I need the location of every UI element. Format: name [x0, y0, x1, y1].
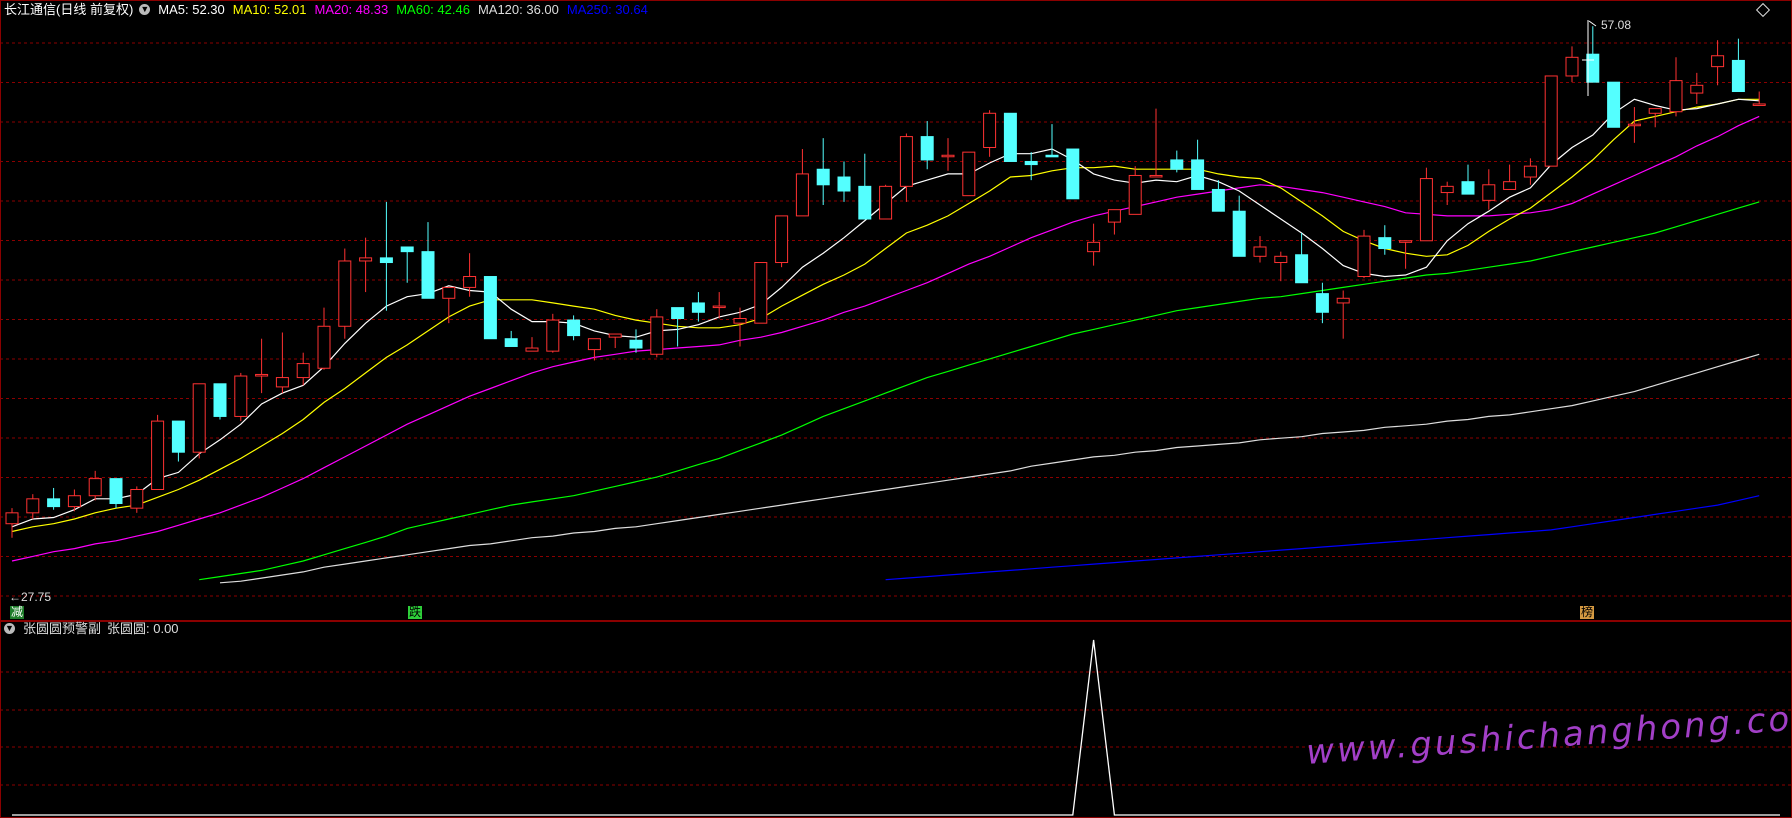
candle[interactable]: [234, 372, 248, 422]
ma-legend-item: MA250: 30.64: [566, 2, 648, 17]
price-low-label: ←27.75: [9, 590, 52, 604]
candle[interactable]: [754, 262, 768, 324]
ma-legend-item: MA60: 42.46: [396, 2, 470, 17]
sub-dropdown-chevron-icon[interactable]: ▼: [4, 623, 15, 635]
candle[interactable]: [962, 151, 976, 197]
main-panel-title[interactable]: 长江通信(日线 前复权): [4, 2, 133, 17]
ma-legend-item: MA10: 52.01: [232, 2, 307, 17]
ma-legend-item: MA120: 36.00: [477, 2, 559, 17]
candle[interactable]: [192, 383, 206, 459]
candle[interactable]: [483, 276, 497, 340]
sub-indicator-value: 张圆圆: 0.00: [107, 621, 179, 636]
candle[interactable]: [213, 383, 227, 420]
candle[interactable]: [879, 184, 893, 220]
candle[interactable]: [546, 313, 560, 353]
sub-panel-title[interactable]: 张圆圆预警副: [23, 621, 101, 636]
signal-tag-fall[interactable]: 跌: [408, 606, 423, 619]
ma-legend: MA5: 52.30 MA10: 52.01 MA20: 48.33 MA60: 42…: [158, 2, 656, 17]
candle[interactable]: [1419, 167, 1433, 242]
candle[interactable]: [109, 478, 123, 509]
signal-tag-reduce[interactable]: 减: [10, 606, 25, 619]
price-high-label: 57.08: [1601, 18, 1632, 32]
candle[interactable]: [338, 248, 352, 339]
chart-canvas[interactable]: [0, 0, 1792, 818]
candle[interactable]: [1003, 112, 1017, 162]
ma-legend-item: MA5: 52.30: [158, 2, 225, 17]
candle[interactable]: [1066, 148, 1080, 200]
candle[interactable]: [1544, 75, 1558, 167]
sub-panel-header: ▼ 张圆圆预警副 张圆圆: 0.00: [0, 620, 187, 638]
candle[interactable]: [1357, 229, 1371, 279]
ma-legend-item: MA20: 48.33: [314, 2, 389, 17]
candle[interactable]: [1607, 81, 1621, 128]
candle[interactable]: [775, 215, 789, 268]
main-panel-header: 长江通信(日线 前复权) ▼ MA5: 52.30 MA10: 52.01 MA20: …: [4, 1, 664, 19]
candle[interactable]: [151, 414, 165, 491]
dropdown-chevron-icon[interactable]: ▼: [139, 4, 151, 16]
signal-tag-rank[interactable]: 榜: [1580, 606, 1595, 619]
